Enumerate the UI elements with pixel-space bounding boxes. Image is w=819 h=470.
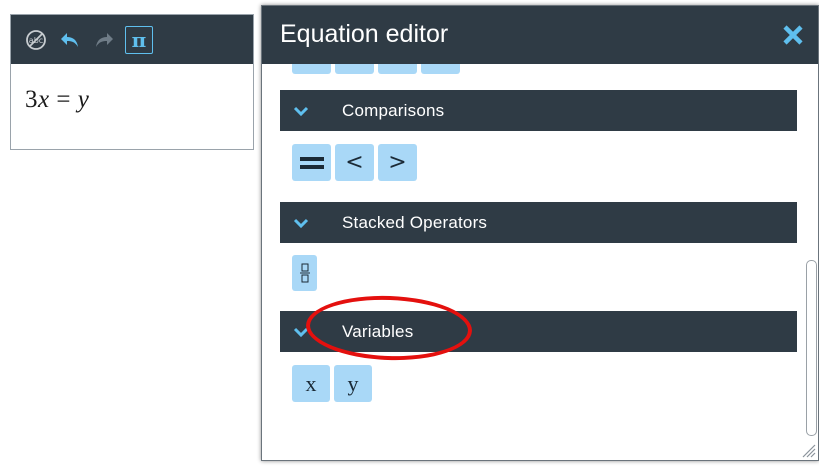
section-label: Stacked Operators bbox=[342, 212, 488, 232]
math-editor[interactable]: abc π 3x = y bbox=[10, 14, 254, 150]
palette-button[interactable] bbox=[421, 64, 460, 74]
palette-row-cut-off bbox=[292, 64, 460, 74]
equation-variable-x: x bbox=[38, 86, 50, 113]
undo-icon[interactable] bbox=[57, 27, 83, 53]
comparisons-palette: < > bbox=[292, 144, 417, 181]
dialog-title: Equation editor bbox=[280, 20, 449, 48]
equation-editor-toggle-button[interactable]: π bbox=[125, 25, 153, 54]
equation-coefficient: 3 bbox=[25, 86, 38, 113]
equals-button[interactable] bbox=[292, 144, 331, 181]
dialog-body: Comparisons < > Stacked Operators Variab… bbox=[262, 64, 802, 460]
greater-than-button[interactable]: > bbox=[378, 144, 417, 181]
stacked-operators-palette bbox=[292, 255, 317, 291]
redo-icon[interactable] bbox=[91, 27, 117, 53]
section-header-stacked-operators[interactable]: Stacked Operators bbox=[280, 202, 797, 243]
palette-button[interactable] bbox=[292, 64, 331, 74]
resize-grip-icon[interactable] bbox=[800, 442, 816, 458]
variables-palette: x y bbox=[292, 365, 372, 402]
section-header-comparisons[interactable]: Comparisons bbox=[280, 90, 797, 131]
close-icon[interactable] bbox=[780, 22, 806, 48]
equation-editor-dialog: Equation editor Comparisons < > Stacked … bbox=[261, 5, 819, 461]
palette-button[interactable] bbox=[335, 64, 374, 74]
variable-x-button[interactable]: x bbox=[292, 365, 330, 402]
section-label: Comparisons bbox=[342, 100, 445, 120]
equation-display[interactable]: 3x = y bbox=[11, 64, 253, 114]
scrollbar-thumb[interactable] bbox=[806, 260, 817, 436]
spellcheck-off-icon[interactable]: abc bbox=[23, 27, 49, 53]
palette-button[interactable] bbox=[378, 64, 417, 74]
variable-y-button[interactable]: y bbox=[334, 365, 372, 402]
less-than-button[interactable]: < bbox=[335, 144, 374, 181]
equation-operator: = bbox=[56, 86, 71, 113]
dialog-header[interactable]: Equation editor bbox=[262, 6, 818, 64]
chevron-down-icon bbox=[290, 100, 312, 122]
editor-toolbar: abc π bbox=[11, 15, 253, 64]
chevron-down-icon bbox=[290, 212, 312, 234]
fraction-button[interactable] bbox=[292, 255, 317, 291]
equation-variable-y: y bbox=[77, 86, 90, 113]
